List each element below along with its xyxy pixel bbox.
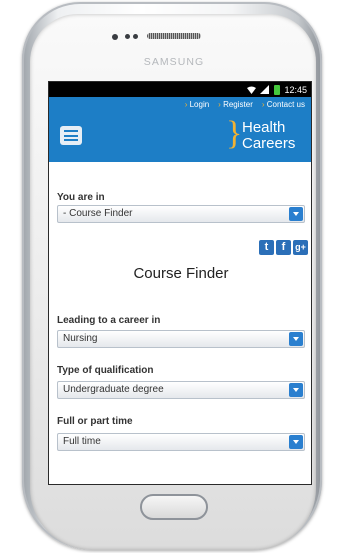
qualification-select[interactable]: Undergraduate degree — [57, 381, 305, 399]
you-are-in-select[interactable]: - Course Finder — [57, 205, 305, 223]
menu-bar — [64, 139, 78, 141]
chevron-down-icon — [289, 207, 303, 221]
logo-line-1: Health — [242, 119, 286, 136]
qualification-label: Type of qualification — [57, 365, 154, 376]
sensor-dot — [125, 34, 130, 39]
social-links: t f g+ — [259, 240, 308, 255]
career-label: Leading to a career in — [57, 315, 161, 326]
home-button[interactable] — [140, 494, 208, 520]
contact-us-link[interactable]: Contact us — [262, 100, 305, 109]
facebook-icon[interactable]: f — [276, 240, 291, 255]
career-value: Nursing — [63, 333, 98, 344]
wifi-icon — [247, 86, 257, 94]
full-part-time-value: Full time — [63, 436, 101, 447]
brand-logo: SAMSUNG — [143, 57, 205, 68]
sensor-dot — [133, 34, 138, 39]
earpiece-speaker — [147, 33, 201, 39]
status-time: 12:45 — [284, 84, 307, 95]
page-title: Course Finder — [133, 265, 229, 282]
chevron-down-icon — [289, 435, 303, 449]
google-plus-icon[interactable]: g+ — [293, 240, 308, 255]
logo-line-2: Careers — [242, 135, 296, 152]
you-are-in-label: You are in — [57, 192, 105, 203]
career-select[interactable]: Nursing — [57, 330, 305, 348]
site-header: Login Register Contact us } Health Caree… — [49, 97, 311, 162]
menu-button[interactable] — [60, 126, 82, 145]
chevron-down-icon — [289, 332, 303, 346]
menu-bar — [64, 134, 78, 137]
login-link[interactable]: Login — [185, 100, 210, 109]
signal-icon — [260, 85, 270, 94]
full-part-time-label: Full or part time — [57, 416, 133, 427]
qualification-value: Undergraduate degree — [63, 384, 164, 395]
status-bar: 12:45 — [49, 82, 311, 97]
twitter-icon[interactable]: t — [259, 240, 274, 255]
top-links: Login Register Contact us — [185, 100, 305, 109]
you-are-in-value: - Course Finder — [63, 208, 133, 219]
logo-bracket-icon: } — [226, 115, 243, 152]
front-camera-dot — [112, 34, 118, 40]
phone-screen: 12:45 Login Register Contact us } Health… — [48, 81, 312, 485]
battery-icon — [274, 84, 281, 95]
chevron-down-icon — [289, 383, 303, 397]
full-part-time-select[interactable]: Full time — [57, 433, 305, 451]
menu-bar — [64, 130, 78, 132]
health-careers-logo[interactable]: Health Careers — [242, 120, 295, 152]
register-link[interactable]: Register — [218, 100, 253, 109]
